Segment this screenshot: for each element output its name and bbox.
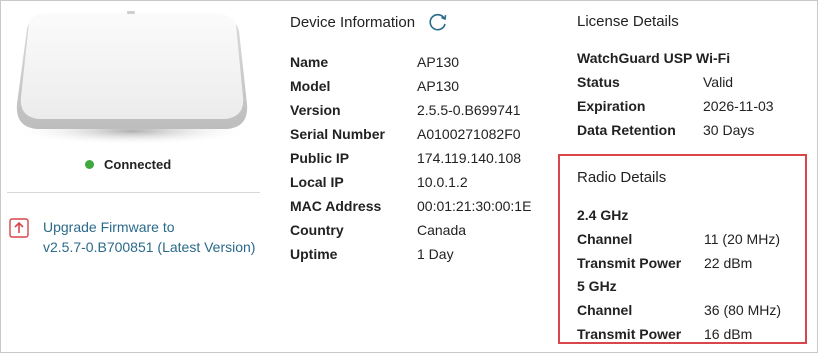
value: 22 dBm [704, 255, 753, 271]
device-details-panel: Connected Upgrade Firmware to v2.5.7-0.B… [0, 0, 818, 353]
value: AP130 [417, 78, 460, 94]
band-2-4ghz-heading: 2.4 GHz [577, 207, 629, 223]
label: MAC Address [290, 198, 382, 214]
label: Version [290, 102, 341, 118]
license-details-title: License Details [577, 13, 679, 30]
access-point-image [14, 11, 250, 145]
device-information-title: Device Information [290, 13, 416, 31]
divider [7, 192, 260, 193]
value: AP130 [417, 54, 460, 70]
label: Data Retention [577, 122, 676, 138]
label: Public IP [290, 150, 350, 166]
upgrade-line-1[interactable]: Upgrade Firmware to [43, 217, 255, 237]
value: 36 (80 MHz) [704, 302, 782, 318]
radio-details-section: Radio Details [577, 169, 666, 186]
label: Transmit Power [577, 326, 682, 342]
value: 10.0.1.2 [417, 174, 468, 190]
label: Name [290, 54, 329, 70]
label: Serial Number [290, 126, 385, 142]
license-product: WatchGuard USP Wi-Fi [577, 50, 731, 66]
radio-details-title: Radio Details [577, 169, 667, 186]
label: Channel [577, 231, 633, 247]
value: 30 Days [703, 122, 755, 138]
label: Country [290, 222, 344, 238]
status-dot-icon [85, 159, 94, 169]
label: Transmit Power [577, 255, 682, 271]
label: Channel [577, 302, 633, 318]
band-5ghz-heading: 5 GHz [577, 278, 617, 294]
label: Model [290, 78, 331, 94]
value: 2.5.5-0.B699741 [417, 102, 521, 118]
value: Valid [703, 74, 734, 90]
upgrade-firmware-link[interactable]: Upgrade Firmware to v2.5.7-0.B700851 (La… [9, 217, 255, 257]
connection-status: Connected [85, 155, 171, 173]
value: 2026-11-03 [703, 98, 774, 114]
connection-status-label: Connected [104, 156, 172, 172]
upgrade-line-2[interactable]: v2.5.7-0.B700851 (Latest Version) [43, 237, 255, 257]
label: Uptime [290, 246, 338, 262]
value: A0100271082F0 [417, 126, 521, 142]
value: 00:01:21:30:00:1E [417, 198, 532, 214]
device-information-section: Device Information [290, 11, 449, 33]
value: 11 (20 MHz) [704, 231, 780, 247]
value: 16 dBm [704, 326, 753, 342]
label: Expiration [577, 98, 646, 114]
value: 174.119.140.108 [417, 150, 522, 166]
upload-arrow-icon [9, 218, 29, 238]
label: Status [577, 74, 620, 90]
value: Canada [417, 222, 467, 238]
label: Local IP [290, 174, 344, 190]
value: 1 Day [417, 246, 454, 262]
refresh-icon[interactable] [427, 11, 449, 33]
license-details-section: License Details [577, 13, 679, 30]
